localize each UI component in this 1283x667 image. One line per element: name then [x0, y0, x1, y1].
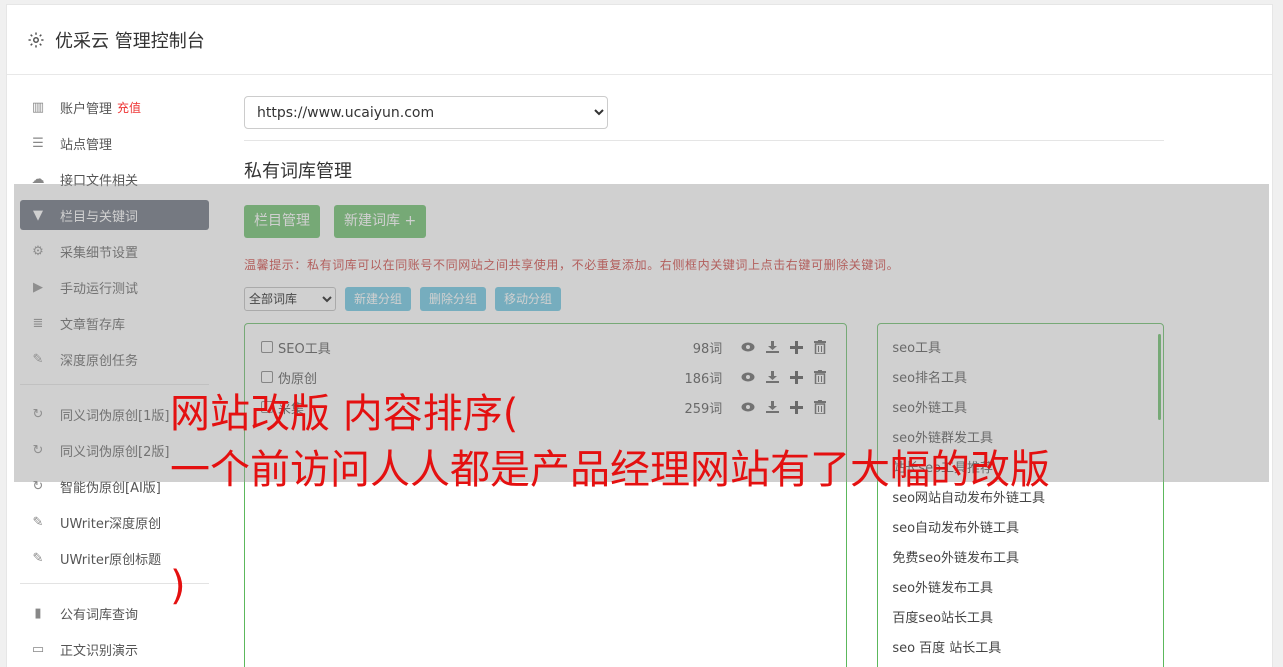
headline-line-3: )	[170, 563, 186, 609]
top-bar: 优采云 管理控制台	[7, 5, 1272, 75]
headline-line-1: 网站改版 内容排序(	[170, 391, 519, 437]
book-icon: ▮	[34, 605, 42, 621]
sidebar-item-uwriter-deep[interactable]: ✎ UWriter深度原创	[20, 507, 209, 537]
sidebar-item-label: UWriter深度原创	[60, 516, 162, 532]
sidebar-item-label: UWriter原创标题	[60, 552, 162, 568]
keyword-item[interactable]: seo 百度 站长工具	[892, 634, 1149, 664]
edit-icon: ✎	[32, 514, 44, 530]
sidebar-item-sites[interactable]: ☰ 站点管理	[20, 128, 209, 158]
sidebar-item-label: 账户管理	[60, 101, 113, 117]
keyword-item[interactable]: seo自动发布外链工具	[892, 514, 1149, 544]
recharge-link[interactable]: 充值	[117, 99, 141, 116]
gear-icon	[28, 32, 44, 47]
sidebar-item-text-recognition[interactable]: ▭ 正文识别演示	[20, 634, 209, 664]
bar-chart-icon: ▥	[31, 99, 45, 115]
edit-icon: ✎	[32, 550, 44, 566]
server-icon: ☰	[32, 135, 44, 151]
app-title: 优采云 管理控制台	[55, 30, 205, 52]
main-divider	[244, 140, 1164, 141]
keyword-item[interactable]: seo外链发布工具	[892, 574, 1149, 604]
section-title: 私有词库管理	[244, 161, 352, 182]
sidebar-item-account[interactable]: ▥ 账户管理 充值	[20, 92, 209, 122]
keyword-item[interactable]: 免费seo外链发布工具	[892, 544, 1149, 574]
sidebar-item-label: 站点管理	[60, 137, 113, 153]
overlay-headline: 网站改版 内容排序( 一个前访问人人都是产品经理网站有了大幅的改版 )	[170, 386, 1050, 609]
sidebar-item-label: 公有词库查询	[60, 607, 139, 623]
monitor-icon: ▭	[31, 641, 45, 657]
site-select[interactable]: https://www.ucaiyun.com	[244, 96, 608, 129]
keyword-item[interactable]: 百度seo站长工具	[892, 604, 1149, 634]
headline-line-2: 一个前访问人人都是产品经理网站有了大幅的改版	[170, 447, 1050, 493]
sidebar-item-label: 正文识别演示	[60, 643, 139, 659]
